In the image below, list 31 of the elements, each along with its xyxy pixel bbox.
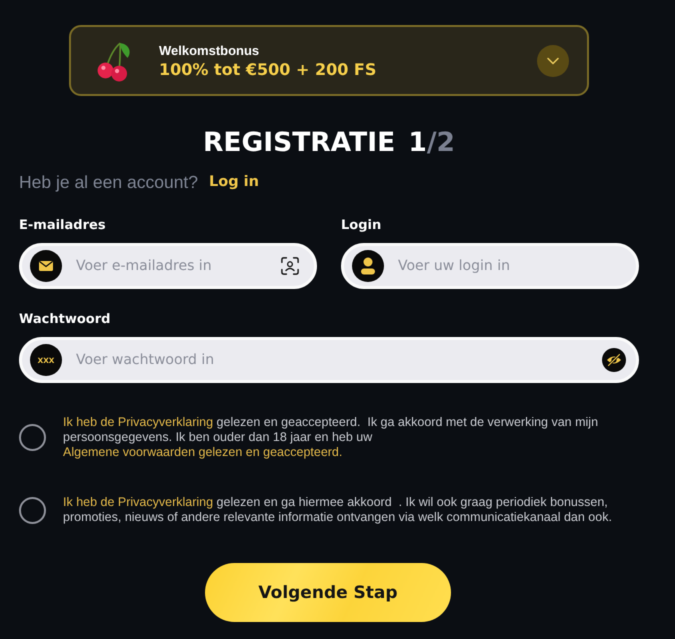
next-step-button[interactable]: Volgende Stap — [205, 563, 451, 622]
consent-text: Ik heb de Privacyverklaring gelezen en ga hiermee akkoord . Ik wil ook graag periodiek bonussen, promoties, nieuws of andere relevante informatie ontvangen via welk communicatiekanaal dan ook. — [63, 495, 613, 525]
consent-text: Ik heb de Privacyverklaring gelezen en geaccepteerd. Ik ga akkoord met de verwerking van mijn persoonsgegevens. Ik ben ouder dan 18 jaar en heb uw Algemene voorwaarden gelezen en geaccepteerd. — [63, 415, 600, 460]
bonus-offer: 100% tot €500 + 200 FS — [159, 60, 378, 78]
field-label: Wachtwoord — [19, 311, 112, 328]
chevron-icon — [547, 56, 559, 64]
step-indicator: 1/2 — [408, 127, 455, 158]
login-input[interactable]: Voer uw login in — [398, 251, 626, 281]
envelope-icon — [30, 250, 62, 282]
email-input[interactable]: Voer e-mailadres in — [76, 251, 267, 281]
bonus-title: Welkomstbonus — [159, 42, 260, 58]
password-input[interactable]: Voer wachtwoord in — [76, 345, 588, 375]
login-link[interactable]: Log in — [209, 174, 259, 190]
field-label: Login — [341, 217, 382, 234]
user-icon — [352, 250, 384, 282]
password-field[interactable]: xxx Voer wachtwoord in — [19, 337, 639, 383]
consent-checkbox[interactable] — [19, 424, 46, 451]
eye-slash-icon[interactable] — [602, 348, 626, 372]
consent-link[interactable]: Ik heb de Privacyverklaring — [63, 415, 214, 429]
face-scan-icon[interactable] — [281, 257, 299, 275]
masked-password-icon: xxx — [30, 344, 62, 376]
expand-button[interactable] — [537, 44, 569, 76]
account-question: Heb je al een account? — [19, 172, 198, 192]
page-title: REGISTRATIE — [203, 127, 396, 158]
consent-checkbox[interactable] — [19, 496, 46, 524]
login-field[interactable]: Voer uw login in — [341, 243, 639, 289]
consent-link[interactable]: Algemene voorwaarden gelezen en geaccepteerd. — [63, 445, 342, 459]
email-field[interactable]: Voer e-mailadres in — [19, 243, 317, 289]
field-label: E-mailadres — [19, 217, 107, 234]
consent-link[interactable]: Ik heb de Privacyverklaring — [63, 495, 214, 509]
welcome-bonus-banner[interactable]: Welkomstbonus 100% tot €500 + 200 FS — [69, 25, 589, 96]
